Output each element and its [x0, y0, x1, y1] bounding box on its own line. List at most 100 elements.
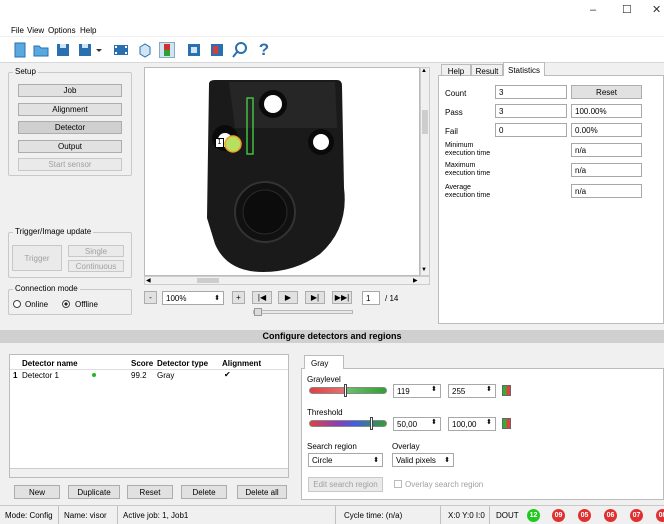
- new-icon[interactable]: [12, 42, 28, 58]
- search-icon[interactable]: [232, 42, 248, 58]
- start-sensor-button[interactable]: Start sensor: [18, 158, 122, 171]
- save-icon[interactable]: [55, 42, 71, 58]
- connection-label: Connection mode: [13, 284, 80, 293]
- duplicate-button[interactable]: Duplicate: [68, 485, 120, 499]
- single-button[interactable]: Single: [68, 245, 124, 257]
- min-exec-field: n/a: [571, 143, 642, 157]
- overlay-search-checkbox[interactable]: [394, 480, 402, 488]
- detector-button[interactable]: Detector: [18, 121, 122, 134]
- vscroll-thumb[interactable]: [422, 110, 428, 134]
- sensor-icon[interactable]: [159, 42, 175, 58]
- scroll-left-icon[interactable]: ◀: [146, 277, 151, 284]
- dout-led-12: 12: [527, 509, 540, 522]
- gl-min-spinner-icon[interactable]: ⬍: [431, 385, 437, 393]
- import-icon[interactable]: [209, 42, 225, 58]
- minimize-button[interactable]: –: [590, 4, 596, 16]
- fail-percent-field: 0.00%: [571, 123, 642, 137]
- menu-options[interactable]: Options: [48, 26, 76, 35]
- offline-radio[interactable]: [62, 300, 70, 308]
- alignment-button[interactable]: Alignment: [18, 103, 122, 116]
- help-icon[interactable]: ?: [256, 41, 272, 58]
- continuous-button[interactable]: Continuous: [68, 260, 124, 272]
- scroll-right-icon[interactable]: ▶: [413, 277, 418, 284]
- frame-slider[interactable]: [253, 308, 353, 316]
- th-min-spinner-icon[interactable]: ⬍: [431, 418, 437, 426]
- table-header-score: Score: [131, 359, 154, 368]
- tab-result[interactable]: Result: [471, 64, 503, 76]
- reset-stats-button[interactable]: Reset: [571, 85, 642, 99]
- menu-help[interactable]: Help: [80, 26, 96, 35]
- zoom-select[interactable]: 100% ⬍: [162, 291, 224, 305]
- camera-icon[interactable]: [137, 42, 153, 58]
- status-dout: DOUT: [496, 511, 519, 520]
- avg-exec-label: Average execution time: [445, 184, 491, 199]
- spinner-icon: ⬍: [214, 295, 220, 302]
- search-region-select[interactable]: Circle ⬍: [308, 453, 383, 467]
- max-exec-label: Maximum execution time: [445, 162, 491, 177]
- threshold-color-icon[interactable]: [502, 418, 511, 429]
- status-coords: X:0 Y:0 I:0: [448, 511, 485, 520]
- count-label: Count: [445, 89, 467, 98]
- scroll-down-icon[interactable]: ▼: [421, 267, 427, 273]
- image-vscrollbar[interactable]: [420, 67, 430, 276]
- play-button[interactable]: ▶: [278, 291, 298, 304]
- threshold-handle[interactable]: [370, 417, 373, 430]
- online-radio[interactable]: [13, 300, 21, 308]
- tab-gray[interactable]: Gray: [304, 355, 344, 369]
- tab-statistics[interactable]: Statistics: [503, 62, 545, 76]
- fail-field: 0: [495, 123, 567, 137]
- status-separator: [58, 506, 59, 524]
- zoom-out-button[interactable]: -: [144, 291, 157, 304]
- image-view[interactable]: 1: [144, 67, 420, 276]
- output-button[interactable]: Output: [18, 140, 122, 153]
- maximize-button[interactable]: ☐: [622, 3, 632, 16]
- open-icon[interactable]: [33, 42, 49, 58]
- job-button[interactable]: Job: [18, 84, 122, 97]
- gl-max-spinner-icon[interactable]: ⬍: [486, 385, 492, 393]
- overlay-value: Valid pixels: [396, 456, 436, 465]
- graylevel-color-icon[interactable]: [502, 385, 511, 396]
- title-bar: [0, 0, 664, 22]
- status-job: Active job: 1, Job1: [123, 511, 189, 520]
- status-separator: [440, 506, 441, 524]
- graylevel-slider[interactable]: [309, 387, 387, 394]
- new-button[interactable]: New: [14, 485, 60, 499]
- save-as-icon[interactable]: [77, 42, 107, 58]
- reset-button[interactable]: Reset: [127, 485, 173, 499]
- last-frame-button[interactable]: ▶▶|: [332, 291, 352, 304]
- overlay-select[interactable]: Valid pixels ⬍: [392, 453, 454, 467]
- hscroll-thumb[interactable]: [197, 278, 219, 283]
- next-frame-button[interactable]: ▶|: [305, 291, 325, 304]
- close-button[interactable]: ✕: [652, 3, 661, 16]
- table-hscrollbar[interactable]: [10, 468, 288, 477]
- edit-search-region-button[interactable]: Edit search region: [308, 477, 383, 492]
- overlay-search-label: Overlay search region: [405, 480, 484, 489]
- count-field: 3: [495, 85, 567, 99]
- avg-exec-field: n/a: [571, 184, 642, 198]
- first-frame-button[interactable]: |◀: [252, 291, 272, 304]
- menu-file[interactable]: File: [11, 26, 24, 35]
- zoom-in-button[interactable]: +: [232, 291, 245, 304]
- delete-button[interactable]: Delete: [181, 485, 227, 499]
- menu-view[interactable]: View: [27, 26, 44, 35]
- film-icon[interactable]: [113, 42, 129, 58]
- max-exec-field: n/a: [571, 163, 642, 177]
- frame-input[interactable]: 1: [362, 291, 380, 305]
- image-hscrollbar[interactable]: [144, 276, 430, 285]
- scroll-up-icon[interactable]: ▲: [421, 68, 427, 74]
- table-header-type: Detector type: [157, 359, 209, 368]
- dout-led-05: 05: [578, 509, 591, 522]
- delete-all-button[interactable]: Delete all: [237, 485, 287, 499]
- status-mode: Mode: Config: [5, 511, 53, 520]
- table-header-name: Detector name: [22, 359, 78, 368]
- threshold-label: Threshold: [307, 408, 343, 417]
- status-separator: [335, 506, 336, 524]
- export-icon[interactable]: [186, 42, 202, 58]
- tab-help[interactable]: Help: [441, 64, 471, 76]
- trigger-button[interactable]: Trigger: [12, 245, 62, 271]
- graylevel-handle[interactable]: [344, 384, 347, 397]
- th-max-spinner-icon[interactable]: ⬍: [486, 418, 492, 426]
- status-separator: [489, 506, 490, 524]
- row-alignment-check[interactable]: ✔: [224, 370, 231, 379]
- threshold-slider[interactable]: [309, 420, 387, 427]
